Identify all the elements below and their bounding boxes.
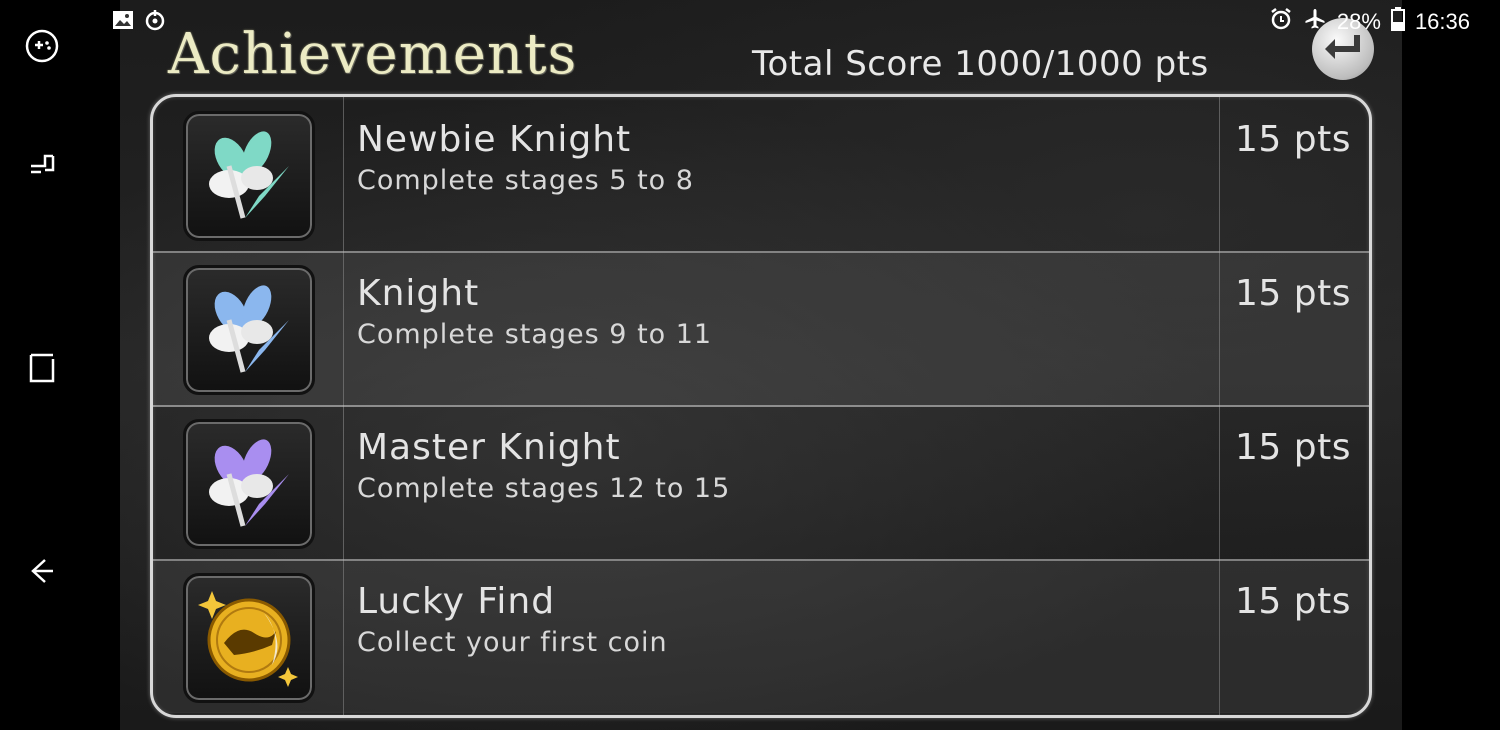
achievement-row[interactable]: Newbie Knight Complete stages 5 to 8 15 … <box>153 97 1369 253</box>
lily-blue-icon <box>183 265 315 395</box>
achievements-list[interactable]: Newbie Knight Complete stages 5 to 8 15 … <box>150 94 1372 718</box>
back-icon[interactable] <box>22 551 62 591</box>
achievement-points: 15 pts <box>1235 581 1351 622</box>
achievement-name: Master Knight <box>357 427 621 468</box>
total-score: Total Score 1000/1000 pts <box>752 44 1209 84</box>
achievement-description: Complete stages 5 to 8 <box>357 165 694 196</box>
lily-teal-icon <box>183 111 315 241</box>
lily-purple-icon <box>183 419 315 549</box>
achievement-description: Collect your first coin <box>357 627 668 658</box>
achievements-screen: Achievements Total Score 1000/1000 pts N… <box>120 0 1402 730</box>
android-nav-bar <box>0 0 84 730</box>
achievement-row[interactable]: Lucky Find Collect your first coin 15 pt… <box>153 559 1369 713</box>
clock: 16:36 <box>1414 9 1470 34</box>
achievement-name: Lucky Find <box>357 581 556 622</box>
battery-icon <box>1390 7 1405 37</box>
achievement-description: Complete stages 12 to 15 <box>357 473 731 504</box>
gallery-icon <box>112 9 134 35</box>
achievement-points: 15 pts <box>1235 119 1351 160</box>
airplane-icon <box>1303 7 1327 37</box>
achievement-points: 15 pts <box>1235 273 1351 314</box>
achievement-description: Complete stages 9 to 11 <box>357 319 713 350</box>
gold-coin-icon <box>183 573 315 703</box>
home-icon[interactable] <box>22 348 62 388</box>
achievement-row[interactable]: Knight Complete stages 9 to 11 15 pts <box>153 251 1369 407</box>
achievement-points: 15 pts <box>1235 427 1351 468</box>
achievement-row[interactable]: Master Knight Complete stages 12 to 15 1… <box>153 405 1369 561</box>
status-bar: 28% 16:36 <box>84 0 1500 44</box>
battery-level: 28% <box>1336 9 1381 34</box>
achievement-name: Newbie Knight <box>357 119 632 160</box>
recent-apps-icon[interactable] <box>22 143 62 183</box>
sync-icon <box>144 9 166 35</box>
right-margin <box>1402 0 1500 730</box>
alarm-icon <box>1269 7 1293 37</box>
achievement-name: Knight <box>357 273 480 314</box>
game-tools-icon[interactable] <box>22 26 62 66</box>
